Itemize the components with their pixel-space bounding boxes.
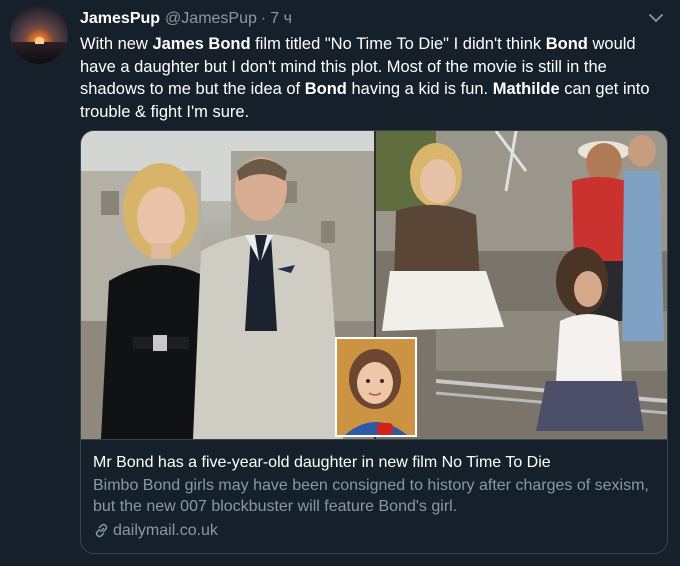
child-portrait	[337, 339, 415, 435]
link-card[interactable]: Mr Bond has a five-year-old daughter in …	[80, 130, 668, 554]
card-photo-inset-child	[335, 337, 417, 437]
card-photo-set	[376, 131, 667, 439]
card-image[interactable]	[81, 131, 667, 439]
card-description: Bimbo Bond girls may have been consigned…	[93, 477, 649, 515]
tweet-text-keyword: James Bond	[152, 35, 251, 53]
link-icon	[93, 522, 110, 539]
display-name[interactable]: JamesPup	[80, 10, 160, 28]
tweet-header: JamesPup @JamesPup · 7 ч	[80, 9, 292, 29]
tweet-text-segment: having a kid is fun.	[346, 80, 493, 98]
handle[interactable]: @JamesPup	[165, 10, 257, 28]
chevron-down-icon	[649, 13, 663, 22]
tweet-text-keyword: Mathilde	[492, 80, 560, 98]
avatar-sun	[35, 37, 44, 44]
avatar[interactable]	[10, 6, 68, 64]
card-photo-premiere	[81, 131, 374, 439]
card-domain[interactable]: dailymail.co.uk	[93, 520, 655, 541]
tweet-text-segment: With new	[80, 35, 153, 53]
tweet-text-keyword: Bond	[304, 80, 347, 98]
card-title: Mr Bond has a five-year-old daughter in …	[93, 454, 551, 471]
tweet[interactable]: JamesPup @JamesPup · 7 ч With new James …	[0, 0, 680, 566]
more-options-button[interactable]	[646, 8, 666, 28]
avatar-horizon	[10, 42, 68, 64]
timestamp[interactable]: 7 ч	[270, 10, 292, 28]
separator-dot: ·	[260, 10, 267, 27]
tweet-text: With new James Bond film titled "No Time…	[80, 33, 652, 123]
set-illustration	[376, 131, 667, 439]
card-body[interactable]: Mr Bond has a five-year-old daughter in …	[81, 439, 667, 541]
card-domain-text: dailymail.co.uk	[113, 522, 218, 539]
tweet-text-segment: film titled "No Time To Die" I didn't th…	[250, 35, 546, 53]
tweet-text-keyword: Bond	[545, 35, 588, 53]
premiere-illustration	[81, 131, 374, 439]
